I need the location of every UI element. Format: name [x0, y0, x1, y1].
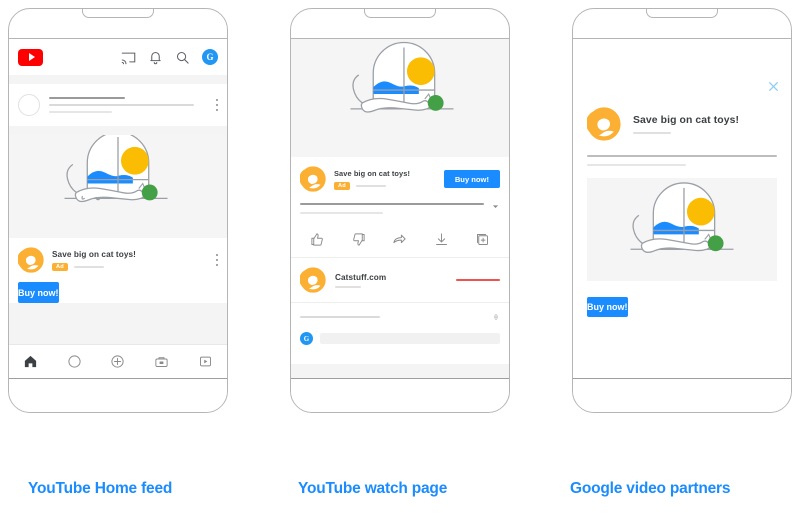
caption-watch-page: YouTube watch page	[298, 480, 448, 497]
phone-notch-bar	[573, 9, 791, 39]
youtube-logo-icon[interactable]	[18, 48, 43, 66]
ad-more-options-icon[interactable]	[215, 253, 218, 267]
caption-video-partners: Google video partners	[570, 480, 731, 497]
channel-row[interactable]: Catstuff.com	[291, 257, 509, 303]
feed-divider	[9, 313, 227, 328]
ad-description-placeholder	[573, 141, 791, 166]
cat-stretching-window-illustration	[9, 135, 227, 239]
ad-text-block: Save big on cat toys! Ad	[334, 169, 436, 190]
ad-url-placeholder	[633, 131, 671, 134]
phone-chin	[9, 378, 227, 412]
ad-unit: Save big on cat toys! Ad Buy now!	[9, 238, 227, 304]
chevron-down-icon[interactable]	[491, 202, 500, 211]
ad-headline: Save big on cat toys!	[52, 249, 136, 259]
library-icon[interactable]	[198, 354, 213, 369]
cat-stretching-window-illustration	[587, 178, 777, 281]
phone-speaker-notch	[646, 9, 718, 18]
cat-illustration-thumbnail[interactable]	[9, 135, 227, 239]
dislike-icon[interactable]	[351, 232, 366, 247]
phone-chin	[291, 378, 509, 412]
comment-input[interactable]	[320, 333, 500, 344]
phone-frame: G Save big on cat toys! Ad Buy now!	[8, 8, 228, 413]
phone-mockup-video-partners: Save big on cat toys! Buy now!	[572, 8, 792, 413]
video-player[interactable]	[291, 39, 509, 157]
buy-now-button[interactable]: Buy now!	[587, 296, 628, 317]
channel-info: Catstuff.com	[335, 273, 447, 288]
phone-mockup-watch-page: Save big on cat toys! Ad Buy now! Catstu…	[290, 8, 510, 413]
comment-input-row: G	[300, 332, 500, 345]
feed-divider	[9, 75, 227, 84]
close-icon[interactable]	[767, 80, 780, 93]
cat-logo-icon	[300, 267, 326, 293]
ad-creative[interactable]	[573, 166, 791, 281]
home-feed-screen: G Save big on cat toys! Ad Buy now!	[9, 39, 227, 378]
bell-icon[interactable]	[148, 50, 163, 65]
ad-text-block: Save big on cat toys! Ad	[52, 250, 208, 271]
subscriptions-icon[interactable]	[154, 354, 169, 369]
phone-speaker-notch	[364, 9, 436, 18]
channel-avatar[interactable]	[18, 94, 40, 116]
search-icon[interactable]	[175, 50, 190, 65]
caption-home-feed: YouTube Home feed	[28, 480, 173, 497]
create-icon[interactable]	[110, 354, 125, 369]
share-icon[interactable]	[392, 232, 407, 247]
explore-icon[interactable]	[67, 354, 82, 369]
screenshot-root: G Save big on cat toys! Ad Buy now! Save…	[0, 0, 800, 517]
more-options-icon[interactable]	[215, 98, 218, 112]
subscribe-button[interactable]	[456, 279, 500, 281]
related-content-placeholder	[291, 364, 509, 378]
watch-page-screen: Save big on cat toys! Ad Buy now! Catstu…	[291, 39, 509, 378]
cat-stretching-window-illustration	[291, 39, 509, 157]
phone-chin	[573, 378, 791, 412]
download-icon[interactable]	[434, 232, 449, 247]
bottom-navigation-bar	[9, 344, 227, 378]
ad-row: Save big on cat toys! Ad Buy now!	[291, 157, 509, 201]
feed-video-card[interactable]	[9, 84, 227, 126]
buy-now-button[interactable]: Buy now!	[18, 282, 59, 304]
ad-subline: Ad	[334, 181, 436, 190]
channel-name: Catstuff.com	[335, 272, 387, 282]
ad-headline: Save big on cat toys!	[633, 114, 740, 126]
ad-row: Save big on cat toys! Ad	[9, 238, 227, 283]
cat-logo-icon	[300, 166, 326, 192]
topbar-icon-group: G	[121, 49, 218, 65]
home-icon[interactable]	[23, 354, 38, 369]
phone-notch-bar	[291, 9, 509, 39]
like-icon[interactable]	[310, 232, 325, 247]
phone-frame: Save big on cat toys! Ad Buy now! Catstu…	[290, 8, 510, 413]
youtube-top-bar: G	[9, 39, 227, 75]
phone-speaker-notch	[82, 9, 154, 18]
buy-now-button[interactable]: Buy now!	[443, 170, 500, 188]
ad-header: Save big on cat toys!	[573, 69, 791, 141]
cat-logo-icon	[18, 247, 44, 273]
video-title-block	[291, 201, 509, 223]
cast-icon[interactable]	[121, 50, 136, 65]
partner-interstitial-screen: Save big on cat toys! Buy now!	[573, 69, 791, 317]
phone-frame: Save big on cat toys! Buy now!	[572, 8, 792, 413]
ad-badge: Ad	[334, 181, 350, 190]
ad-badge: Ad	[52, 262, 68, 271]
cat-logo-icon	[587, 107, 621, 141]
sort-icon[interactable]	[492, 312, 500, 322]
video-action-bar	[291, 223, 509, 257]
video-meta-row	[9, 84, 227, 126]
ad-url-placeholder	[73, 265, 104, 268]
subscriber-count-placeholder	[335, 285, 361, 288]
phone-notch-bar	[9, 9, 227, 39]
video-title-placeholder	[49, 97, 207, 113]
ad-url-placeholder	[355, 184, 386, 187]
save-icon[interactable]	[475, 232, 490, 247]
feed-divider	[9, 126, 227, 135]
phone-mockup-home-feed: G Save big on cat toys! Ad Buy now!	[8, 8, 228, 413]
comments-header	[300, 312, 500, 322]
avatar[interactable]: G	[300, 332, 313, 345]
ad-subline: Ad	[52, 262, 208, 271]
ad-header-text: Save big on cat toys!	[633, 115, 739, 134]
ad-headline: Save big on cat toys!	[334, 168, 411, 178]
avatar[interactable]: G	[202, 49, 218, 65]
comments-section: G	[291, 303, 509, 354]
video-title-placeholder	[300, 203, 484, 214]
